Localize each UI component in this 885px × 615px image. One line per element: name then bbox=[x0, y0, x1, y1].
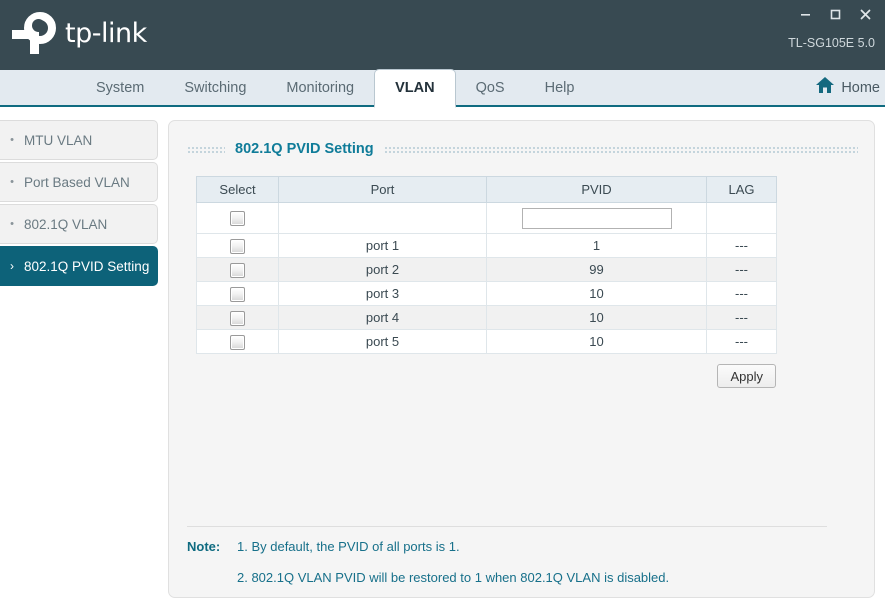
row-lag: --- bbox=[706, 305, 777, 330]
brand-logo: tp-link bbox=[10, 10, 147, 56]
row-checkbox[interactable] bbox=[230, 238, 245, 254]
apply-row: Apply bbox=[196, 364, 776, 388]
select-all-cell bbox=[196, 202, 279, 234]
edit-lag-cell bbox=[706, 202, 777, 234]
row-pvid: 10 bbox=[486, 305, 707, 330]
note-section: Note: 1. By default, the PVID of all por… bbox=[187, 539, 857, 601]
table-row: port 4 10 --- bbox=[196, 305, 777, 330]
row-pvid: 99 bbox=[486, 257, 707, 282]
note-label: Note: bbox=[187, 539, 221, 554]
row-lag: --- bbox=[706, 257, 777, 282]
column-header-port: Port bbox=[278, 176, 487, 203]
panel-title-row: 802.1Q PVID Setting bbox=[169, 141, 876, 157]
note-line-1: Note: 1. By default, the PVID of all por… bbox=[187, 539, 857, 554]
window-controls bbox=[793, 4, 877, 24]
tab-qos[interactable]: QoS bbox=[456, 70, 525, 107]
tab-help[interactable]: Help bbox=[525, 70, 595, 107]
sidebar-menu: • MTU VLAN • Port Based VLAN • 802.1Q VL… bbox=[0, 120, 158, 288]
pvid-input[interactable] bbox=[521, 207, 672, 229]
bullet-icon: • bbox=[10, 134, 14, 146]
main-navigation: System Switching Monitoring VLAN QoS Hel… bbox=[0, 69, 885, 108]
tab-switching[interactable]: Switching bbox=[164, 70, 266, 107]
row-select-cell bbox=[196, 281, 279, 306]
dotted-rule-right bbox=[383, 145, 858, 153]
tab-vlan[interactable]: VLAN bbox=[374, 69, 456, 108]
row-pvid: 10 bbox=[486, 281, 707, 306]
bullet-icon: • bbox=[10, 176, 14, 188]
select-all-checkbox[interactable] bbox=[230, 211, 245, 227]
sidebar-item-port-based-vlan[interactable]: • Port Based VLAN bbox=[0, 162, 158, 202]
chevron-right-icon: › bbox=[10, 259, 14, 273]
table-edit-row bbox=[196, 202, 777, 234]
pvid-table-wrapper: Select Port PVID LAG port 1 1 --- port 2… bbox=[196, 176, 777, 354]
pvid-table: Select Port PVID LAG port 1 1 --- port 2… bbox=[196, 176, 777, 354]
row-lag: --- bbox=[706, 281, 777, 306]
row-pvid: 10 bbox=[486, 329, 707, 354]
sidebar-item-label: Port Based VLAN bbox=[24, 174, 130, 190]
note-text-1: 1. By default, the PVID of all ports is … bbox=[237, 539, 460, 554]
close-icon[interactable] bbox=[853, 4, 877, 24]
row-lag: --- bbox=[706, 233, 777, 258]
row-select-cell bbox=[196, 329, 279, 354]
page-title: 802.1Q PVID Setting bbox=[235, 141, 374, 157]
home-label: Home bbox=[841, 79, 880, 96]
edit-port-cell bbox=[278, 202, 487, 234]
tp-link-logo-icon bbox=[10, 10, 58, 56]
table-row: port 5 10 --- bbox=[196, 329, 777, 354]
title-bar: tp-link TL-SG105E 5.0 bbox=[0, 0, 885, 70]
row-port: port 3 bbox=[278, 281, 487, 306]
column-header-select: Select bbox=[196, 176, 279, 203]
sidebar-item-label: 802.1Q PVID Setting bbox=[24, 258, 150, 274]
row-port: port 4 bbox=[278, 305, 487, 330]
row-select-cell bbox=[196, 233, 279, 258]
table-header-row: Select Port PVID LAG bbox=[196, 176, 777, 203]
minimize-icon[interactable] bbox=[793, 4, 817, 24]
tab-system[interactable]: System bbox=[76, 70, 164, 107]
row-checkbox[interactable] bbox=[230, 334, 245, 350]
row-port: port 5 bbox=[278, 329, 487, 354]
table-row: port 3 10 --- bbox=[196, 281, 777, 306]
sidebar-item-mtu-vlan[interactable]: • MTU VLAN bbox=[0, 120, 158, 160]
bullet-icon: • bbox=[10, 218, 14, 230]
maximize-icon[interactable] bbox=[823, 4, 847, 24]
device-model: TL-SG105E 5.0 bbox=[788, 36, 875, 50]
row-select-cell bbox=[196, 257, 279, 282]
note-divider bbox=[187, 526, 827, 527]
sidebar-item-label: MTU VLAN bbox=[24, 132, 93, 148]
row-pvid: 1 bbox=[486, 233, 707, 258]
row-port: port 1 bbox=[278, 233, 487, 258]
column-header-pvid: PVID bbox=[486, 176, 707, 203]
dotted-rule-left bbox=[187, 145, 225, 153]
sidebar-item-8021q-vlan[interactable]: • 802.1Q VLAN bbox=[0, 204, 158, 244]
row-select-cell bbox=[196, 305, 279, 330]
edit-pvid-cell bbox=[486, 202, 707, 234]
row-checkbox[interactable] bbox=[230, 262, 245, 278]
row-checkbox[interactable] bbox=[230, 310, 245, 326]
table-row: port 2 99 --- bbox=[196, 257, 777, 282]
apply-button[interactable]: Apply bbox=[717, 364, 776, 388]
row-lag: --- bbox=[706, 329, 777, 354]
tab-monitoring[interactable]: Monitoring bbox=[266, 70, 374, 107]
column-header-lag: LAG bbox=[706, 176, 777, 203]
switch-admin-page: tp-link TL-SG105E 5.0 System Switching M… bbox=[0, 0, 885, 615]
note-text-2: 2. 802.1Q VLAN PVID will be restored to … bbox=[237, 570, 670, 585]
table-row: port 1 1 --- bbox=[196, 233, 777, 258]
sidebar-item-label: 802.1Q VLAN bbox=[24, 216, 108, 232]
note-line-2: 2. 802.1Q VLAN PVID will be restored to … bbox=[187, 570, 857, 585]
content-panel: 802.1Q PVID Setting Select Port PVID LAG bbox=[168, 120, 875, 598]
home-button[interactable]: Home bbox=[815, 76, 880, 99]
brand-name: tp-link bbox=[65, 17, 147, 49]
nav-tab-list: System Switching Monitoring VLAN QoS Hel… bbox=[76, 69, 595, 108]
row-checkbox[interactable] bbox=[230, 286, 245, 302]
sidebar-item-8021q-pvid-setting[interactable]: › 802.1Q PVID Setting bbox=[0, 246, 158, 286]
row-port: port 2 bbox=[278, 257, 487, 282]
home-icon bbox=[815, 76, 835, 99]
